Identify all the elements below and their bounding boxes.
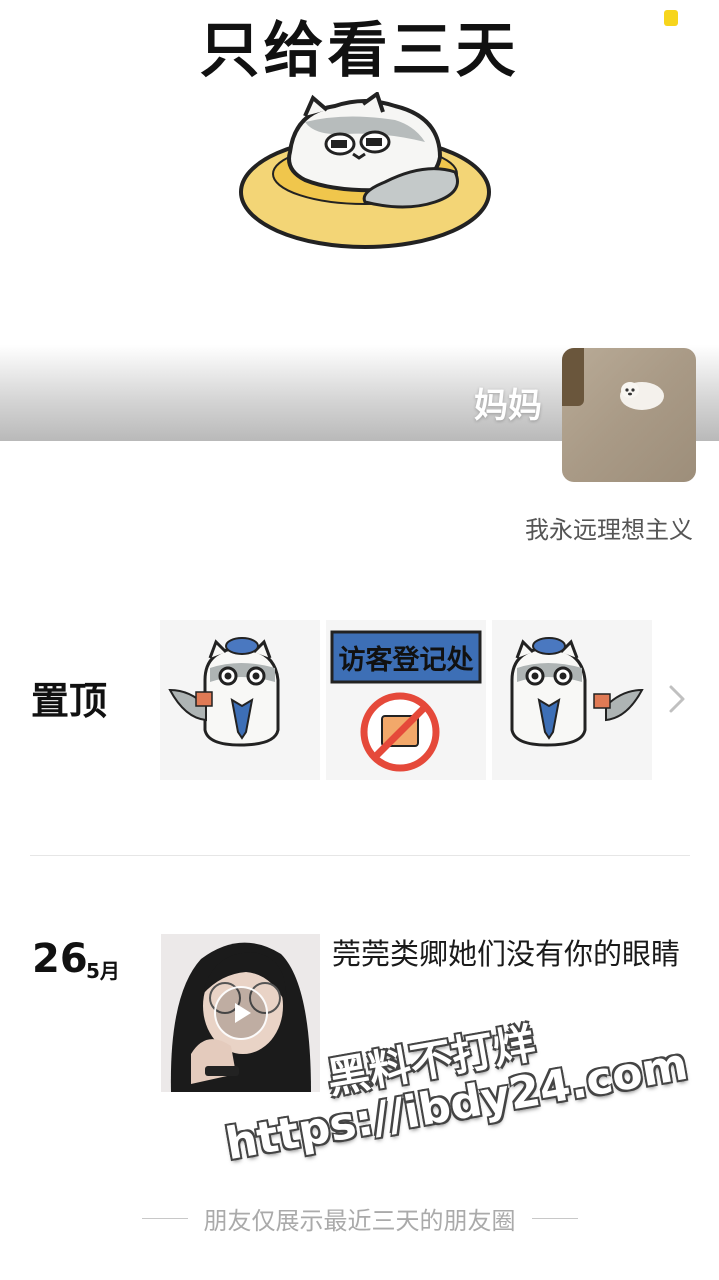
footer-notice: 朋友仅展示最近三天的朋友圈	[0, 1198, 719, 1238]
profile-signature: 我永远理想主义	[525, 516, 693, 544]
pinned-label: 置顶	[31, 679, 108, 723]
pinned-section[interactable]: 置顶 访客登记处	[0, 610, 719, 790]
play-icon	[235, 1003, 251, 1023]
dog-photo-icon	[620, 382, 664, 410]
post-text[interactable]: 莞莞类卿她们没有你的眼睛	[332, 931, 682, 977]
guard-cat-icon	[510, 637, 644, 747]
visitor-sign-icon: 访客登记处	[330, 630, 482, 772]
footer-text: 朋友仅展示最近三天的朋友圈	[203, 1206, 516, 1235]
pinned-thumb-guard-cat-right[interactable]	[492, 620, 652, 780]
cover-title: 只给看三天	[199, 16, 520, 86]
profile-name[interactable]: 妈妈	[474, 378, 542, 427]
post-video-thumbnail[interactable]	[161, 934, 320, 1092]
footer-divider-right	[531, 1217, 578, 1219]
post-date-day: 26	[32, 936, 88, 982]
pinned-thumbnails: 访客登记处	[160, 620, 652, 780]
visitor-sign-text: 访客登记处	[339, 644, 474, 676]
footer-divider-left	[141, 1217, 188, 1219]
avatar[interactable]	[562, 348, 696, 482]
avatar-background-object	[562, 348, 584, 406]
sleeping-cat-illustration	[239, 92, 491, 249]
pinned-thumb-guard-cat-left[interactable]	[160, 620, 320, 780]
chevron-right-icon[interactable]	[664, 682, 690, 716]
post-date-month: 5月	[86, 959, 120, 983]
guard-cat-icon	[168, 637, 280, 747]
pinned-thumb-visitor-sign[interactable]: 访客登记处	[326, 620, 486, 780]
play-button[interactable]	[214, 986, 268, 1040]
section-divider	[30, 855, 690, 856]
